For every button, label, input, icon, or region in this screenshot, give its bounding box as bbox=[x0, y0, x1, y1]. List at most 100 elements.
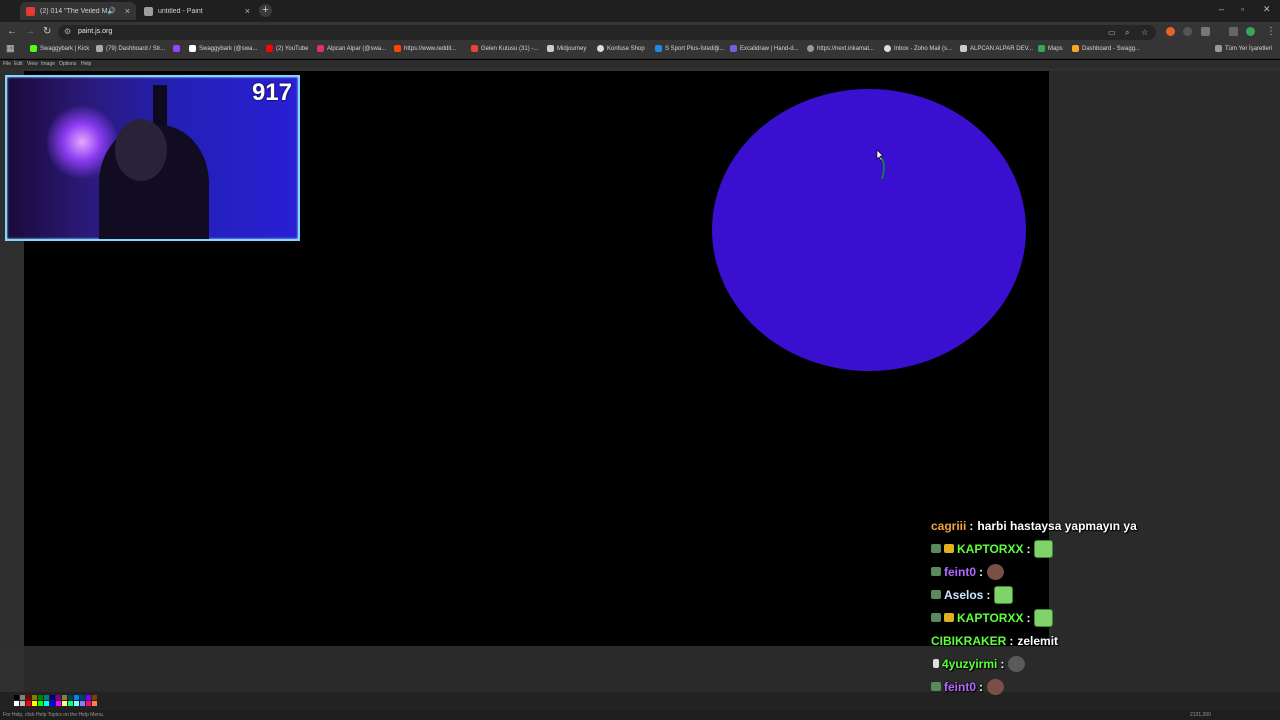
palette-swatch[interactable] bbox=[56, 701, 61, 706]
bookmark-ssport[interactable]: S Sport Plus-İstediği... bbox=[655, 45, 724, 52]
menu-edit[interactable]: Edit bbox=[14, 61, 23, 67]
extension-icon[interactable] bbox=[1183, 27, 1192, 36]
bookmark-midjourney[interactable]: Midjourney bbox=[547, 45, 586, 52]
bookmark-youtube[interactable]: (2) YouTube bbox=[266, 45, 308, 52]
palette-swatch[interactable] bbox=[86, 695, 91, 700]
palette-swatch[interactable] bbox=[38, 695, 43, 700]
extensions-puzzle-icon[interactable] bbox=[1201, 27, 1210, 36]
palette-swatch[interactable] bbox=[62, 701, 67, 706]
bookmark-reddit[interactable]: https://www.reddit... bbox=[394, 45, 456, 52]
cast-icon[interactable]: ▭ bbox=[1108, 28, 1116, 37]
speaker-icon[interactable]: 🔊 bbox=[107, 7, 116, 15]
x-icon bbox=[189, 45, 196, 52]
bookmark-kick[interactable]: Swaggybark | Kick bbox=[30, 45, 89, 52]
excalidraw-icon bbox=[730, 45, 737, 52]
avatar[interactable] bbox=[1246, 27, 1255, 36]
close-tab-icon[interactable]: × bbox=[125, 6, 130, 16]
palette-swatch[interactable] bbox=[74, 701, 79, 706]
chat-text: harbi hastaysa yapmayın ya bbox=[977, 518, 1137, 533]
chat-message: KAPTORXX: bbox=[931, 537, 1271, 560]
palette-swatch[interactable] bbox=[26, 695, 31, 700]
palette-swatch[interactable] bbox=[50, 701, 55, 706]
menu-help[interactable]: Help bbox=[81, 61, 91, 67]
extension-icon[interactable] bbox=[1166, 27, 1175, 36]
dashboard-icon bbox=[96, 45, 103, 52]
frog-emote-icon bbox=[994, 585, 1014, 604]
palette-swatch[interactable] bbox=[56, 695, 61, 700]
menu-file[interactable]: File bbox=[3, 61, 11, 67]
forward-icon[interactable]: → bbox=[25, 26, 35, 37]
chat-message: KAPTORXX: bbox=[931, 606, 1271, 629]
bookmark-label: https://next.inkamat... bbox=[817, 45, 875, 52]
bookmark-zoho[interactable]: Inbox - Zoho Mail (s... bbox=[884, 45, 952, 52]
palette-swatch[interactable] bbox=[86, 701, 91, 706]
tab-search-icon[interactable] bbox=[1229, 27, 1238, 36]
webcam-streamer-head bbox=[115, 119, 167, 181]
close-tab-icon[interactable]: × bbox=[245, 6, 250, 16]
chat-separator: : bbox=[1009, 633, 1014, 648]
chat-username: feint0 bbox=[944, 679, 977, 694]
palette-swatch[interactable] bbox=[14, 695, 19, 700]
shield-badge-icon bbox=[931, 682, 941, 691]
palette-swatch[interactable] bbox=[68, 701, 73, 706]
palette-swatch[interactable] bbox=[74, 695, 79, 700]
palette-swatch[interactable] bbox=[38, 701, 43, 706]
webcam-overlay: 917 bbox=[5, 75, 300, 241]
palette-swatch[interactable] bbox=[14, 701, 19, 706]
site-info-icon[interactable]: ⚙ bbox=[64, 27, 71, 36]
plus-icon[interactable]: + bbox=[259, 4, 272, 17]
status-coordinates: 2131,200 bbox=[1190, 712, 1211, 718]
kick-icon bbox=[30, 45, 37, 52]
tab-youtube[interactable]: (2) 014 "The Veiled Monolith" 🔊 × bbox=[20, 2, 136, 20]
back-icon[interactable]: ← bbox=[7, 26, 17, 37]
palette-swatch[interactable] bbox=[80, 695, 85, 700]
reload-icon[interactable]: ↻ bbox=[43, 26, 51, 37]
palette-swatch[interactable] bbox=[20, 701, 25, 706]
bookmark-excalidraw[interactable]: Excalidraw | Hand-d... bbox=[730, 45, 799, 52]
bookmark-alpcan-dev[interactable]: ALPCAN ALPAR DEV... bbox=[960, 45, 1033, 52]
address-bar[interactable]: ⚙ paint.js.org ▭ ⌕ ☆ bbox=[58, 25, 1156, 40]
bookmark-maps[interactable]: Maps bbox=[1038, 45, 1063, 52]
bookmark-konfuse[interactable]: Konfuse Shop bbox=[597, 45, 645, 52]
palette-swatch[interactable] bbox=[20, 695, 25, 700]
chat-username: cagriii bbox=[931, 518, 967, 533]
bookmark-instagram[interactable]: Alpcan Alpar (@swa... bbox=[317, 45, 386, 52]
star-icon[interactable]: ☆ bbox=[1141, 28, 1148, 37]
palette-swatch[interactable] bbox=[44, 695, 49, 700]
menu-view[interactable]: View bbox=[27, 61, 38, 67]
minimize-icon[interactable]: – bbox=[1219, 4, 1224, 14]
menu-options[interactable]: Options bbox=[59, 61, 76, 67]
palette-swatch[interactable] bbox=[50, 695, 55, 700]
tab-title: untitled - Paint bbox=[158, 7, 203, 15]
palette-swatch[interactable] bbox=[92, 695, 97, 700]
palette-swatch[interactable] bbox=[62, 695, 67, 700]
palette-swatch[interactable] bbox=[80, 701, 85, 706]
palette-swatch[interactable] bbox=[68, 695, 73, 700]
face-emote-icon bbox=[987, 563, 1005, 580]
frog-emote-icon bbox=[1034, 608, 1054, 627]
palette-swatch[interactable] bbox=[44, 701, 49, 706]
menu-kebab-icon[interactable]: ⋮ bbox=[1266, 26, 1276, 37]
palette-swatch[interactable] bbox=[26, 701, 31, 706]
close-window-icon[interactable]: ✕ bbox=[1263, 4, 1271, 15]
palette-swatch[interactable] bbox=[32, 695, 37, 700]
all-bookmarks[interactable]: Tüm Yer İşaretleri bbox=[1215, 45, 1272, 52]
bookmark-twitch[interactable] bbox=[173, 45, 183, 52]
palette-swatch[interactable] bbox=[92, 701, 97, 706]
bookmark-dashboard-swagg[interactable]: Dashboard - Swagg... bbox=[1072, 45, 1140, 52]
drawn-ellipse bbox=[712, 89, 1026, 371]
maximize-icon[interactable]: ▫ bbox=[1241, 4, 1244, 14]
apps-grid-icon[interactable]: ▦ bbox=[6, 43, 15, 54]
zoom-icon[interactable]: ⌕ bbox=[1125, 28, 1129, 38]
folder-icon bbox=[960, 45, 967, 52]
bookmark-label: https://www.reddit... bbox=[404, 45, 457, 52]
chat-message: 4yuzyirmi: bbox=[931, 652, 1271, 675]
bookmark-gmail[interactable]: Gelen Kutusu (31) -... bbox=[471, 45, 538, 52]
menu-image[interactable]: Image bbox=[41, 61, 55, 67]
tab-paint[interactable]: untitled - Paint × bbox=[138, 2, 256, 20]
chat-message: Aselos: bbox=[931, 583, 1271, 606]
bookmark-inkamat[interactable]: https://next.inkamat... bbox=[807, 45, 874, 52]
palette-swatch[interactable] bbox=[32, 701, 37, 706]
bookmark-x[interactable]: Swaggybark (@swa... bbox=[189, 45, 257, 52]
bookmark-dashboard-str[interactable]: (79) Dashboard / Str... bbox=[96, 45, 165, 52]
